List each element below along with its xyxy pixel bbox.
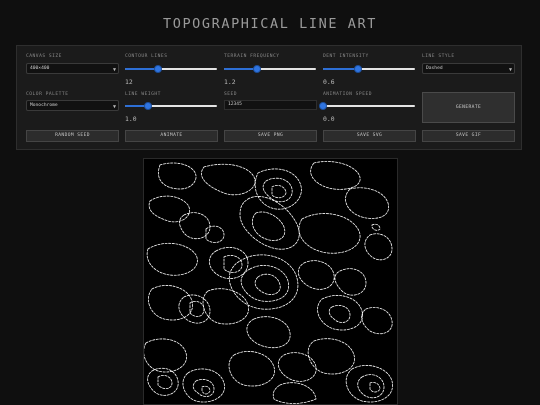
- line-style-value: Dashed: [426, 66, 443, 71]
- line-style-select[interactable]: Dashed ▼: [422, 63, 515, 74]
- animate-button[interactable]: ANIMATE: [125, 130, 218, 142]
- contour-line: [272, 382, 317, 404]
- contour-line: [223, 255, 243, 273]
- contour-line: [371, 223, 381, 231]
- topography-canvas: [143, 158, 398, 405]
- contour-line: [317, 295, 363, 331]
- color-palette-value: Monochrome: [30, 103, 58, 108]
- contour-line: [147, 367, 179, 396]
- save-gif-button[interactable]: SAVE GIF: [422, 130, 515, 142]
- contour-line: [271, 185, 287, 199]
- contour-line: [205, 225, 225, 243]
- slider-thumb[interactable]: [154, 65, 163, 73]
- chevron-down-icon: ▼: [112, 67, 116, 73]
- animation-speed-slider[interactable]: [319, 102, 415, 110]
- line-style-label: LINE STYLE: [422, 54, 455, 59]
- slider-thumb[interactable]: [144, 102, 152, 110]
- contour-line: [246, 316, 291, 349]
- seed-input[interactable]: 12345: [224, 100, 317, 110]
- line-weight-slider[interactable]: [125, 102, 217, 110]
- slider-fill: [323, 68, 358, 70]
- generate-button[interactable]: GENERATE: [422, 92, 515, 123]
- slider-track: [323, 105, 415, 107]
- line-weight-value: 1.0: [125, 115, 137, 123]
- contour-line: [192, 379, 215, 397]
- animation-speed-value: 0.0: [323, 115, 335, 123]
- contour-line: [310, 161, 361, 190]
- dent-intensity-value: 0.6: [323, 78, 335, 86]
- contour-line: [148, 285, 193, 321]
- contour-line: [158, 162, 197, 190]
- contour-line: [240, 265, 290, 302]
- contour-line: [201, 385, 211, 395]
- contour-line: [157, 375, 173, 389]
- contour-line: [307, 338, 355, 375]
- contour-line: [239, 196, 300, 250]
- contour-line: [334, 268, 367, 296]
- contour-line: [144, 338, 187, 373]
- contour-line: [209, 247, 249, 279]
- chevron-down-icon: ▼: [508, 67, 512, 73]
- animation-speed-label: ANIMATION SPEED: [323, 92, 372, 97]
- contour-art: [144, 161, 393, 404]
- control-panel: CANVAS SIZE CONTOUR LINES TERRAIN FREQUE…: [16, 45, 522, 150]
- contour-line: [254, 273, 281, 295]
- color-palette-select[interactable]: Monochrome ▼: [26, 100, 119, 111]
- contour-line: [364, 233, 393, 261]
- contour-line: [277, 352, 317, 382]
- dent-intensity-label: DENT INTENSITY: [323, 54, 369, 59]
- canvas-size-label: CANVAS SIZE: [26, 54, 62, 59]
- contour-line: [202, 288, 249, 325]
- line-weight-label: LINE WEIGHT: [125, 92, 161, 97]
- contour-line: [345, 365, 393, 403]
- save-svg-button[interactable]: SAVE SVG: [323, 130, 416, 142]
- contour-line: [178, 294, 211, 324]
- random-seed-button[interactable]: RANDOM SEED: [26, 130, 119, 142]
- color-palette-label: COLOR PALETTE: [26, 92, 69, 97]
- contour-line: [369, 382, 381, 393]
- contour-line: [182, 368, 225, 403]
- contour-lines-slider[interactable]: [125, 65, 217, 73]
- page-title: TOPOGRAPHICAL LINE ART: [162, 16, 377, 32]
- terrain-frequency-slider[interactable]: [224, 65, 316, 73]
- contour-line: [345, 187, 390, 219]
- slider-thumb[interactable]: [253, 65, 262, 73]
- save-png-button[interactable]: SAVE PNG: [224, 130, 317, 142]
- contour-line: [201, 163, 256, 196]
- contour-lines-value: 12: [125, 78, 133, 86]
- seed-label: SEED: [224, 92, 238, 97]
- contour-line: [297, 260, 335, 290]
- contour-line: [328, 305, 351, 323]
- slider-thumb[interactable]: [319, 102, 327, 110]
- dent-intensity-slider[interactable]: [323, 65, 415, 73]
- contour-line: [146, 242, 198, 276]
- contour-lines-label: CONTOUR LINES: [125, 54, 168, 59]
- terrain-frequency-value: 1.2: [224, 78, 236, 86]
- contour-line: [179, 212, 211, 240]
- chevron-down-icon: ▼: [112, 104, 116, 110]
- slider-thumb[interactable]: [353, 65, 362, 73]
- canvas-size-value: 400×400: [30, 66, 50, 71]
- contour-line: [298, 213, 361, 254]
- contour-line: [361, 307, 393, 335]
- terrain-frequency-label: TERRAIN FREQUENCY: [224, 54, 280, 59]
- contour-line: [228, 351, 275, 387]
- contour-line: [357, 374, 385, 399]
- canvas-size-select[interactable]: 400×400 ▼: [26, 63, 119, 74]
- contour-line: [252, 211, 286, 241]
- contour-line: [148, 195, 190, 223]
